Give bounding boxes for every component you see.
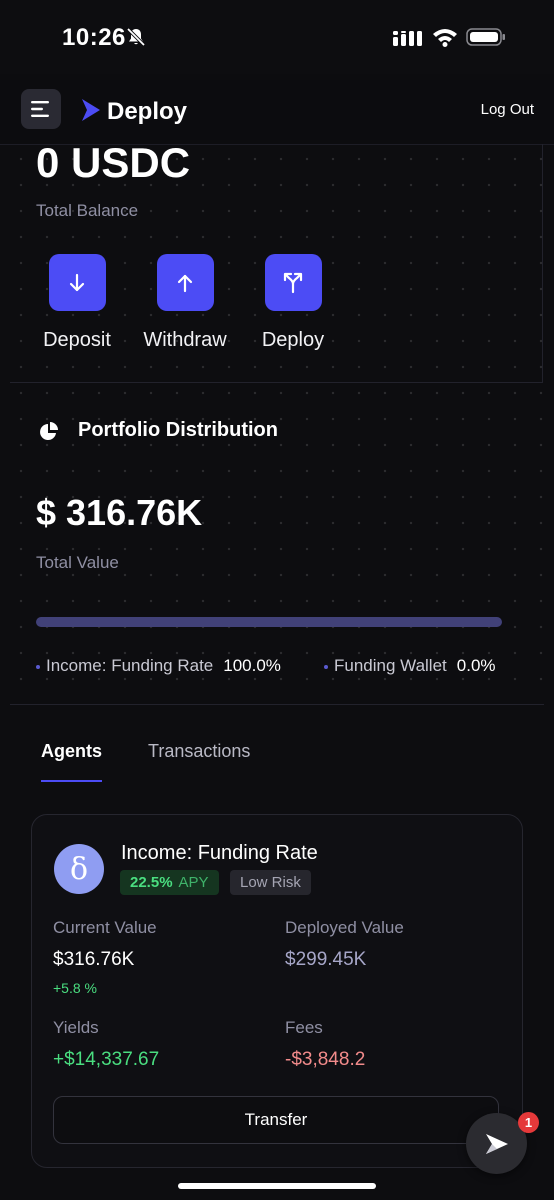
deposit-label: Deposit bbox=[43, 329, 111, 351]
deployed-value: $299.45K bbox=[285, 949, 367, 970]
legend-name: Funding Wallet bbox=[334, 656, 447, 675]
legend-dot-icon bbox=[36, 664, 40, 669]
apy-unit: APY bbox=[178, 874, 209, 891]
notification-badge: 1 bbox=[518, 1112, 539, 1133]
deploy-logo-icon bbox=[80, 98, 102, 127]
section-divider bbox=[10, 704, 544, 705]
arrow-up-icon bbox=[177, 274, 193, 292]
current-value-label: Current Value bbox=[53, 918, 157, 937]
pie-chart-icon bbox=[38, 421, 60, 448]
yields-label: Yields bbox=[53, 1018, 99, 1037]
deployed-value-label: Deployed Value bbox=[285, 918, 404, 937]
current-value: $316.76K bbox=[53, 949, 135, 970]
fees-value: -$3,848.2 bbox=[285, 1049, 366, 1070]
arrow-down-icon bbox=[69, 273, 85, 291]
portfolio-total-label: Total Value bbox=[36, 553, 119, 572]
risk-badge: Low Risk bbox=[230, 870, 311, 895]
withdraw-button[interactable]: Withdraw bbox=[135, 254, 235, 352]
deposit-button[interactable]: Deposit bbox=[27, 254, 127, 352]
apy-value: 22.5% bbox=[130, 874, 173, 891]
logout-button[interactable]: Log Out bbox=[481, 101, 534, 118]
tab-agents[interactable]: Agents bbox=[41, 741, 102, 762]
legend-item: Funding Wallet 0.0% bbox=[324, 656, 496, 676]
fees-label: Fees bbox=[285, 1018, 323, 1037]
legend-percent: 100.0% bbox=[223, 656, 281, 675]
deposit-icon-box bbox=[48, 254, 106, 311]
agent-name: Income: Funding Rate bbox=[121, 842, 318, 864]
app-header: Deploy Log Out bbox=[0, 74, 554, 145]
portfolio-distribution-fill bbox=[36, 617, 502, 627]
portfolio-title: Portfolio Distribution bbox=[78, 419, 278, 441]
legend-name: Income: Funding Rate bbox=[46, 656, 214, 675]
portfolio-total-value: $ 316.76K bbox=[36, 492, 203, 533]
hamburger-icon bbox=[31, 101, 49, 117]
tab-transactions[interactable]: Transactions bbox=[148, 741, 250, 762]
cellular-signal-icon bbox=[393, 30, 423, 51]
split-arrows-icon bbox=[283, 272, 303, 293]
bell-muted-icon bbox=[126, 27, 146, 52]
withdraw-label: Withdraw bbox=[143, 329, 227, 351]
home-indicator bbox=[178, 1183, 376, 1189]
battery-icon bbox=[466, 27, 506, 52]
transfer-button[interactable]: Transfer bbox=[53, 1096, 499, 1144]
brand-name: Deploy bbox=[107, 98, 188, 125]
deploy-button[interactable]: Deploy bbox=[243, 254, 343, 352]
deploy-logo-icon bbox=[485, 1133, 508, 1154]
portfolio-distribution-bar bbox=[36, 617, 502, 627]
deploy-icon-box bbox=[264, 254, 322, 311]
menu-button[interactable] bbox=[21, 89, 61, 129]
agent-avatar: δ bbox=[54, 844, 104, 894]
deploy-label: Deploy bbox=[261, 329, 325, 351]
active-tab-indicator bbox=[41, 780, 102, 782]
legend-percent: 0.0% bbox=[456, 656, 496, 675]
total-balance-amount: 0 USDC bbox=[36, 139, 191, 186]
apy-badge: 22.5% APY bbox=[120, 870, 219, 895]
current-value-change: +5.8 % bbox=[53, 980, 97, 996]
legend-dot-icon bbox=[324, 664, 328, 669]
yields-value: +$14,337.67 bbox=[53, 1049, 160, 1070]
status-time: 10:26 bbox=[62, 24, 126, 51]
wifi-icon bbox=[432, 27, 458, 52]
total-balance-label: Total Balance bbox=[36, 201, 139, 220]
legend-item: Income: Funding Rate 100.0% bbox=[36, 656, 281, 676]
withdraw-icon-box bbox=[156, 254, 214, 311]
status-bar: 10:26 bbox=[0, 0, 554, 74]
agent-card[interactable]: δ Income: Funding Rate 22.5% APY Low Ris… bbox=[31, 814, 523, 1168]
